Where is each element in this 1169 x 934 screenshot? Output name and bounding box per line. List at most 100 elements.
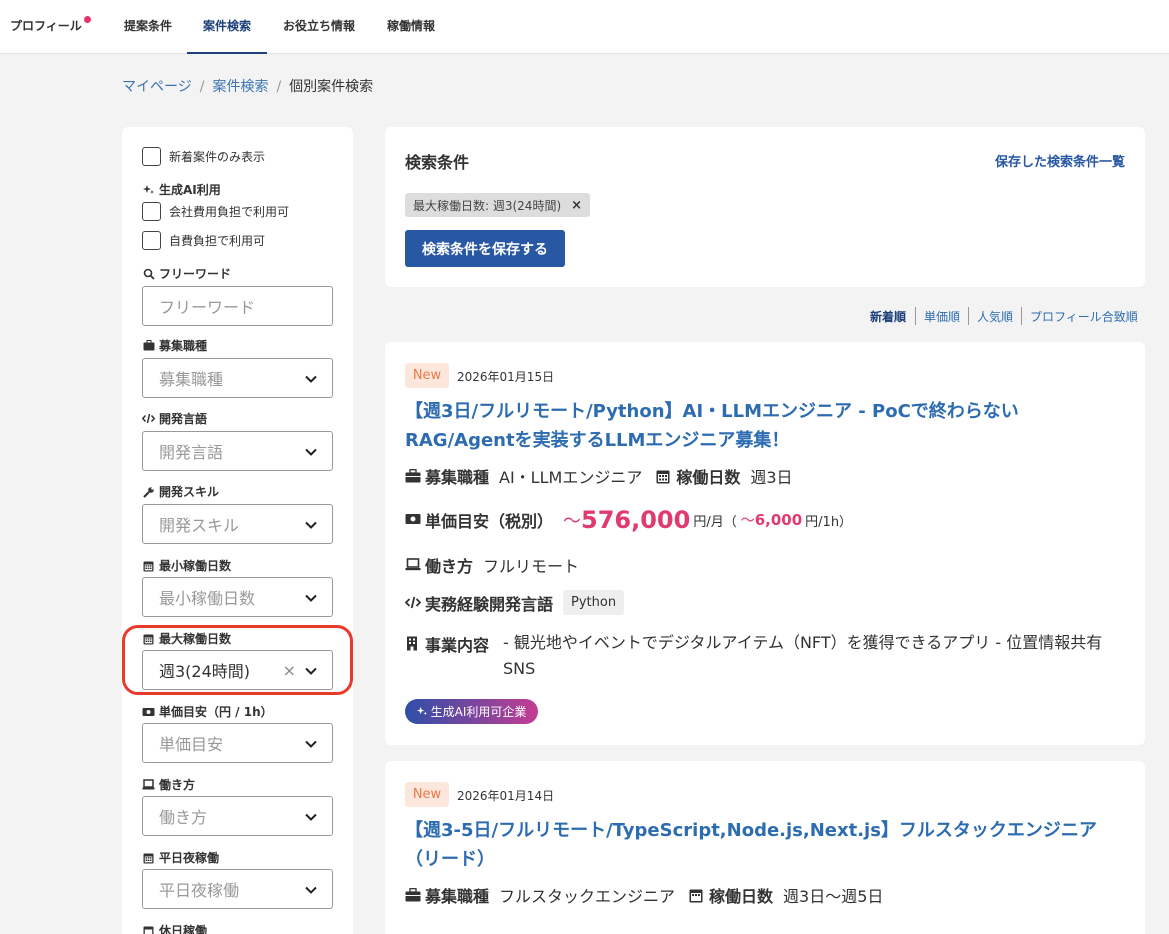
search-conditions-card: 検索条件 保存した検索条件一覧 最大稼働日数: 週3(24時間) × 検索条件を…: [385, 127, 1145, 287]
skill-select[interactable]: 開発スキル: [142, 504, 333, 544]
chevron-down-icon: [305, 521, 317, 529]
breadcrumb-separator: /: [199, 79, 205, 95]
job-lang-row: 実務経験開発言語 Python: [405, 590, 625, 615]
night-label: 平日夜稼働: [159, 851, 220, 865]
genai-self-label: 自費負担で利用可: [169, 234, 266, 248]
hourly-prefix: ～: [740, 513, 755, 529]
lang-placeholder: 開発言語: [159, 443, 224, 462]
job-type-label: 募集職種: [159, 339, 208, 353]
style-select[interactable]: 働き方: [142, 796, 333, 836]
rate-select[interactable]: 単価目安: [142, 723, 333, 763]
calendar-icon: [656, 469, 672, 484]
job-style-row: 働き方 フルリモート: [405, 553, 579, 577]
breadcrumb-home[interactable]: マイページ: [122, 79, 192, 95]
job-card[interactable]: New 2026年01月15日 【週3日/フルリモート/Python】AI・LL…: [385, 342, 1145, 745]
style-label: 働き方: [425, 557, 474, 576]
work-days-label: 稼働日数: [709, 887, 774, 906]
per-hour-unit: 円/1h）: [805, 514, 853, 530]
job-meta-row: 募集職種 AI・LLMエンジニア 稼働日数 週3日: [405, 464, 793, 488]
calendar-icon: [142, 560, 155, 572]
building-icon: [405, 636, 421, 651]
job-date: 2026年01月14日: [457, 789, 555, 803]
min-days-label-row: 最小稼働日数: [142, 557, 231, 574]
sort-divider: [915, 307, 916, 325]
genai-self-checkbox[interactable]: [142, 231, 161, 250]
min-days-label: 最小稼働日数: [159, 559, 232, 573]
new-only-checkbox[interactable]: [142, 147, 161, 166]
nav-work[interactable]: 稼働情報: [387, 0, 435, 54]
genai-label-row: 生成AI利用: [142, 181, 221, 198]
briefcase-icon: [405, 888, 421, 902]
lang-tag: Python: [563, 590, 625, 615]
job-type-label: 募集職種: [425, 887, 490, 906]
night-select[interactable]: 平日夜稼働: [142, 869, 333, 909]
holiday-label-row: 休日稼働: [142, 922, 207, 934]
work-days-value: 週3日: [750, 468, 793, 487]
genai-company-row[interactable]: 会社費用負担で利用可: [142, 202, 289, 221]
job-type-placeholder: 募集職種: [159, 370, 224, 389]
calendar-icon: [142, 852, 155, 864]
nav-info[interactable]: お役立ち情報: [283, 0, 355, 54]
money-icon: [142, 706, 155, 718]
job-title-link[interactable]: 【週3-5日/フルリモート/TypeScript,Node.js,Next.js…: [405, 816, 1105, 874]
notification-dot: [84, 16, 91, 23]
job-title-link[interactable]: 【週3日/フルリモート/Python】AI・LLMエンジニア - PoCで終わら…: [405, 397, 1105, 455]
chevron-down-icon: [305, 886, 317, 894]
genai-company-label: 会社費用負担で利用可: [169, 205, 290, 219]
calendar-icon: [689, 888, 705, 903]
freeword-label: フリーワード: [159, 267, 232, 281]
job-type-value: フルスタックエンジニア: [499, 887, 676, 906]
genai-company-checkbox[interactable]: [142, 202, 161, 221]
briefcase-icon: [142, 340, 155, 352]
lang-select[interactable]: 開発言語: [142, 431, 333, 471]
breadcrumb-search[interactable]: 案件検索: [212, 79, 268, 95]
skill-label: 開発スキル: [159, 485, 220, 499]
briefcase-icon: [405, 469, 421, 483]
nav-profile[interactable]: プロフィール: [10, 0, 82, 54]
genai-badge-label: 生成AI利用可企業: [430, 705, 527, 719]
code-icon: [405, 596, 421, 610]
search-icon: [142, 268, 155, 280]
job-rate-row: 単価目安（税別） ～ 576,000 円/月（ ～ 6,000 円/1h）: [405, 506, 852, 534]
job-type-select[interactable]: 募集職種: [142, 358, 333, 398]
saved-conditions-link[interactable]: 保存した検索条件一覧: [995, 151, 1125, 170]
wrench-icon: [142, 486, 155, 498]
skill-placeholder: 開発スキル: [159, 516, 240, 535]
business-label: 事業内容: [425, 636, 490, 655]
job-business-row: 事業内容 - 観光地やイベントでデジタルアイテム（NFT）を獲得できるアプリ -…: [405, 632, 1113, 682]
nav-search[interactable]: 案件検索: [187, 0, 268, 54]
chip-close-icon[interactable]: ×: [571, 198, 582, 213]
laptop-icon: [142, 779, 155, 791]
freeword-label-row: フリーワード: [142, 265, 231, 282]
job-type-label: 募集職種: [425, 468, 490, 487]
new-only-checkbox-row[interactable]: 新着案件のみ表示: [142, 147, 265, 166]
sort-price[interactable]: 単価順: [924, 308, 960, 325]
job-card[interactable]: New 2026年01月14日 【週3-5日/フルリモート/TypeScript…: [385, 761, 1145, 934]
calendar-icon: [142, 925, 155, 934]
monthly-price: 576,000: [581, 506, 691, 534]
nav-proposals[interactable]: 提案条件: [124, 0, 172, 54]
chevron-down-icon: [305, 375, 317, 383]
code-icon: [142, 413, 155, 425]
sort-profile-match[interactable]: プロフィール合致順: [1030, 308, 1138, 325]
breadcrumb-current: 個別案件検索: [289, 79, 374, 95]
style-label-row: 働き方: [142, 776, 195, 793]
save-conditions-button[interactable]: 検索条件を保存する: [405, 230, 565, 267]
new-only-label: 新着案件のみ表示: [169, 150, 266, 164]
breadcrumb: マイページ / 案件検索 / 個別案件検索: [122, 76, 373, 96]
laptop-icon: [405, 558, 421, 572]
min-days-select[interactable]: 最小稼働日数: [142, 577, 333, 617]
rate-label: 単価目安（円 / 1h）: [159, 705, 273, 719]
genai-self-row[interactable]: 自費負担で利用可: [142, 231, 265, 250]
job-type-label-row: 募集職種: [142, 337, 207, 354]
genai-label: 生成AI利用: [159, 183, 221, 197]
chevron-down-icon: [305, 594, 317, 602]
freeword-input[interactable]: フリーワード: [142, 286, 333, 326]
chevron-down-icon: [305, 813, 317, 821]
new-badge: New: [405, 782, 449, 807]
sort-popular[interactable]: 人気順: [977, 308, 1013, 325]
lang-label: 実務経験開発言語: [425, 594, 554, 614]
sort-newest[interactable]: 新着順: [870, 308, 906, 325]
work-days-label: 稼働日数: [676, 468, 741, 487]
job-date: 2026年01月15日: [457, 370, 555, 384]
